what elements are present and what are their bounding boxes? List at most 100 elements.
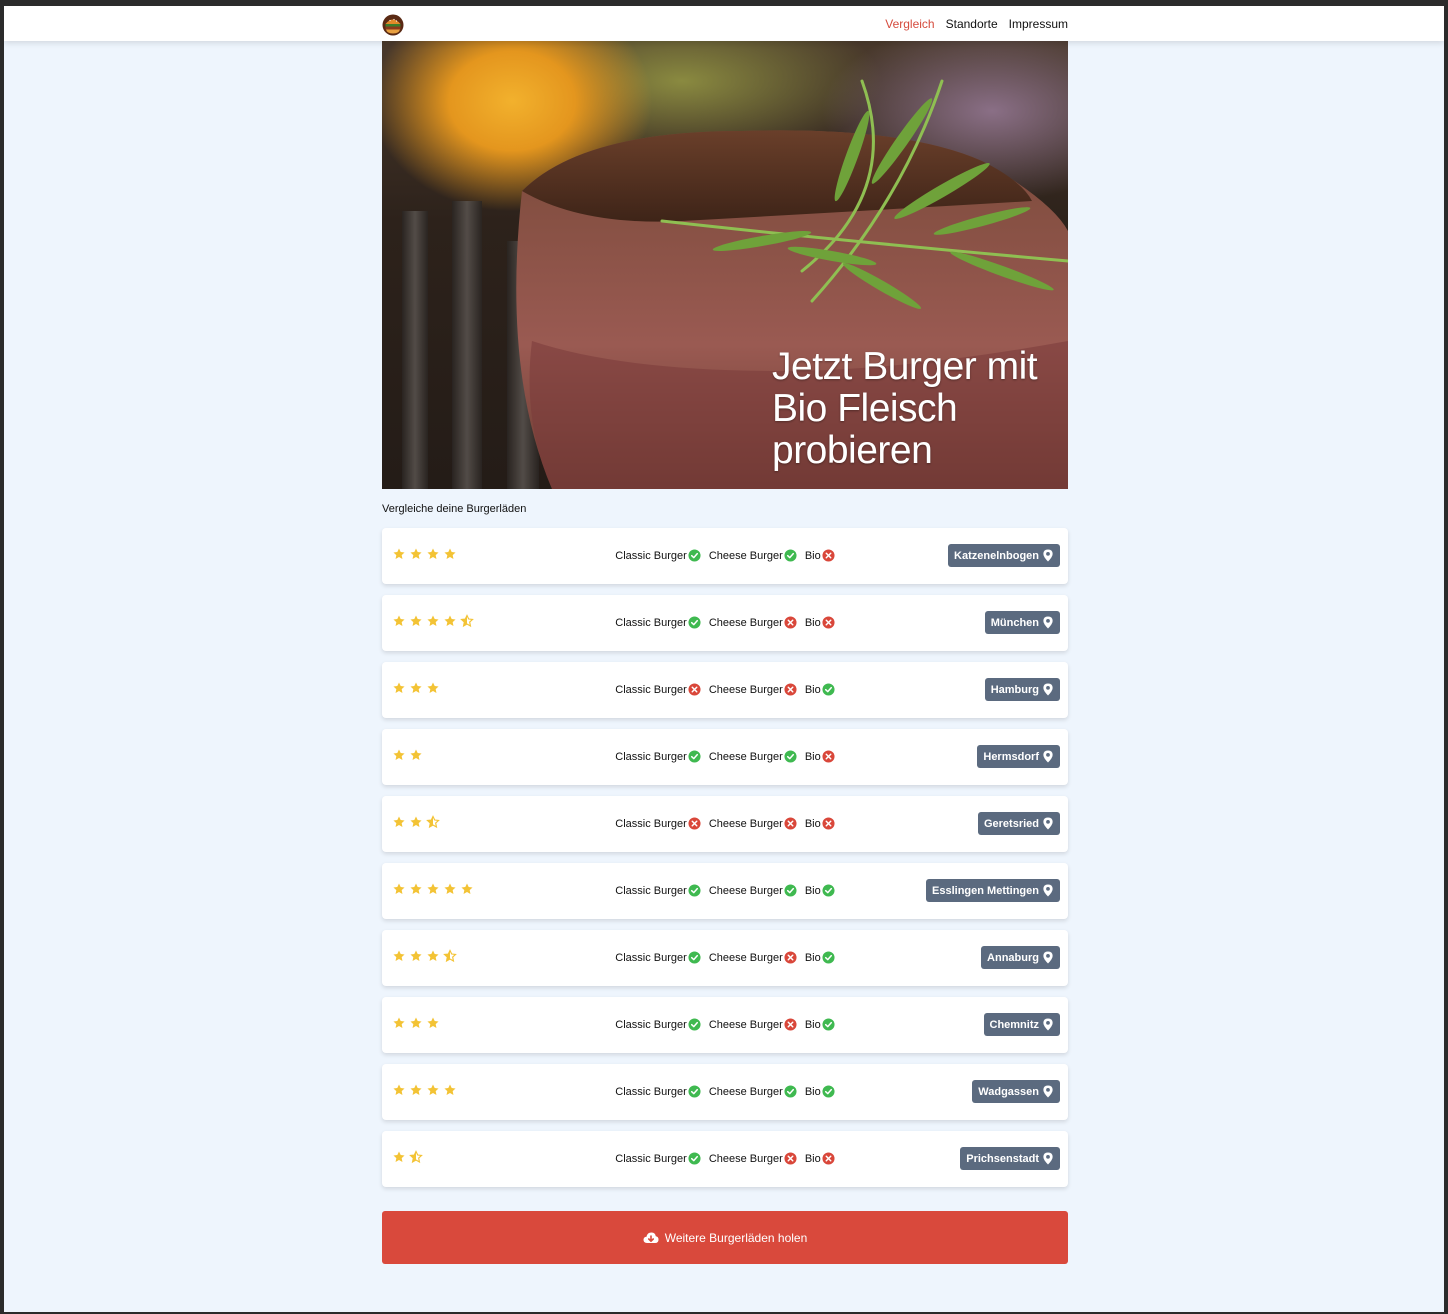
feature-item: Classic Burger — [615, 1085, 701, 1098]
shop-card: Classic Burger Cheese Burger Bio Prichsenst… — [382, 1131, 1068, 1187]
feature-item: Cheese Burger — [709, 951, 797, 964]
feature-label: Bio — [804, 1018, 821, 1031]
nav-link-vergleich[interactable]: Vergleich — [885, 17, 934, 31]
x-circle-icon — [784, 616, 797, 629]
feature-list: Classic Burger Cheese Burger Bio — [382, 951, 1068, 964]
feature-label: Classic Burger — [615, 1085, 687, 1098]
location-badge[interactable]: Hermsdorf — [977, 745, 1060, 768]
feature-item: Bio — [805, 1018, 835, 1031]
check-circle-icon — [822, 951, 835, 964]
location-badge[interactable]: Wadgassen — [972, 1080, 1060, 1103]
location-label: Geretsried — [983, 817, 1039, 830]
x-circle-icon — [784, 951, 797, 964]
feature-label: Cheese Burger — [708, 1018, 783, 1031]
shop-card: Classic Burger Cheese Burger Bio Esslingen … — [382, 863, 1068, 919]
feature-label: Cheese Burger — [708, 1085, 783, 1098]
feature-item: Cheese Burger — [709, 1152, 797, 1165]
feature-item: Cheese Burger — [709, 817, 797, 830]
location-badge[interactable]: Hamburg — [984, 678, 1060, 701]
feature-label: Cheese Burger — [708, 549, 783, 562]
feature-label: Cheese Burger — [708, 750, 783, 763]
check-circle-icon — [688, 1152, 701, 1165]
nav-links: Vergleich Standorte Impressum — [885, 17, 1068, 31]
feature-item: Bio — [805, 750, 835, 763]
shop-card: Classic Burger Cheese Burger Bio Katzenelnb… — [382, 528, 1068, 584]
section-subtitle: Vergleiche deine Burgerläden — [382, 503, 527, 515]
feature-item: Cheese Burger — [709, 884, 797, 897]
feature-item: Classic Burger — [615, 549, 701, 562]
location-label: Katzenelnbogen — [954, 549, 1039, 562]
shop-card: Classic Burger Cheese Burger Bio Hamburg — [382, 662, 1068, 718]
burger-logo-icon[interactable] — [382, 13, 404, 37]
check-circle-icon — [688, 1018, 701, 1031]
check-circle-icon — [784, 549, 797, 562]
feature-label: Cheese Burger — [708, 884, 783, 897]
shop-card: Classic Burger Cheese Burger Bio Geretsried — [382, 796, 1068, 852]
check-circle-icon — [822, 884, 835, 897]
location-label: München — [990, 616, 1039, 629]
x-circle-icon — [688, 817, 701, 830]
location-label: Hermsdorf — [983, 750, 1039, 763]
feature-item: Bio — [805, 951, 835, 964]
feature-label: Classic Burger — [615, 683, 687, 696]
map-pin-icon — [1043, 1085, 1053, 1098]
location-badge[interactable]: München — [984, 611, 1060, 634]
feature-item: Bio — [805, 549, 835, 562]
feature-label: Bio — [804, 616, 821, 629]
feature-item: Bio — [805, 817, 835, 830]
browser-viewport: Vergleich Standorte Impressum Jetzt Burg… — [4, 6, 1444, 1312]
feature-item: Classic Burger — [615, 616, 701, 629]
location-badge[interactable]: Annaburg — [981, 946, 1060, 969]
feature-label: Classic Burger — [615, 549, 687, 562]
shop-card: Classic Burger Cheese Burger Bio Chemnitz — [382, 997, 1068, 1053]
x-circle-icon — [822, 1152, 835, 1165]
feature-list: Classic Burger Cheese Burger Bio — [382, 1018, 1068, 1031]
map-pin-icon — [1043, 951, 1053, 964]
location-badge[interactable]: Geretsried — [977, 812, 1060, 835]
map-pin-icon — [1043, 817, 1053, 830]
check-circle-icon — [822, 1085, 835, 1098]
shop-card: Classic Burger Cheese Burger Bio Annaburg — [382, 930, 1068, 986]
feature-item: Classic Burger — [615, 1018, 701, 1031]
feature-list: Classic Burger Cheese Burger Bio — [382, 683, 1068, 696]
map-pin-icon — [1043, 750, 1053, 763]
feature-item: Cheese Burger — [709, 750, 797, 763]
location-label: Hamburg — [990, 683, 1039, 696]
check-circle-icon — [688, 750, 701, 763]
check-circle-icon — [688, 616, 701, 629]
hero-title: Jetzt Burger mit Bio Fleisch probieren — [772, 345, 1038, 472]
location-badge[interactable]: Esslingen Mettingen — [926, 879, 1060, 902]
location-badge[interactable]: Prichsenstadt — [960, 1147, 1060, 1170]
load-more-button[interactable]: Weitere Burgerläden holen — [382, 1211, 1068, 1264]
shop-card: Classic Burger Cheese Burger Bio Hermsdorf — [382, 729, 1068, 785]
map-pin-icon — [1043, 616, 1053, 629]
feature-label: Classic Burger — [615, 750, 687, 763]
nav-link-standorte[interactable]: Standorte — [946, 17, 998, 31]
check-circle-icon — [784, 750, 797, 763]
load-more-label: Weitere Burgerläden holen — [664, 1230, 808, 1245]
check-circle-icon — [822, 683, 835, 696]
x-circle-icon — [784, 683, 797, 696]
navbar: Vergleich Standorte Impressum — [4, 6, 1444, 41]
nav-link-impressum[interactable]: Impressum — [1009, 17, 1068, 31]
x-circle-icon — [784, 1018, 797, 1031]
check-circle-icon — [822, 1018, 835, 1031]
feature-item: Cheese Burger — [709, 683, 797, 696]
location-badge[interactable]: Chemnitz — [983, 1013, 1060, 1036]
x-circle-icon — [784, 817, 797, 830]
feature-label: Bio — [804, 683, 821, 696]
location-label: Chemnitz — [989, 1018, 1040, 1031]
feature-label: Classic Burger — [615, 1152, 687, 1165]
feature-label: Classic Burger — [615, 884, 687, 897]
feature-label: Bio — [804, 1085, 821, 1098]
feature-item: Classic Burger — [615, 683, 701, 696]
map-pin-icon — [1043, 1152, 1053, 1165]
map-pin-icon — [1043, 683, 1053, 696]
feature-item: Cheese Burger — [709, 616, 797, 629]
check-circle-icon — [688, 1085, 701, 1098]
check-circle-icon — [688, 884, 701, 897]
feature-label: Cheese Burger — [708, 683, 783, 696]
feature-item: Cheese Burger — [709, 1018, 797, 1031]
location-badge[interactable]: Katzenelnbogen — [948, 544, 1060, 567]
feature-label: Classic Burger — [615, 1018, 687, 1031]
